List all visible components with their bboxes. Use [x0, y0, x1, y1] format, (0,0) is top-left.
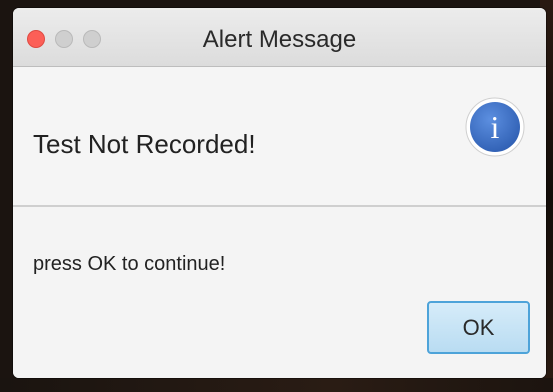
- alert-header-text: Test Not Recorded!: [33, 129, 256, 159]
- alert-header: Test Not Recorded! i: [13, 67, 546, 207]
- alert-dialog: Alert Message Test Not Recorded! i press…: [13, 8, 546, 378]
- alert-content-text: press OK to continue!: [33, 253, 226, 275]
- ok-button[interactable]: OK: [427, 301, 530, 354]
- window-title: Alert Message: [202, 26, 357, 53]
- info-icon: i: [465, 97, 525, 157]
- title-bar[interactable]: Alert Message: [13, 8, 546, 67]
- background-strip-bottom: [0, 378, 553, 392]
- info-icon-glyph: i: [491, 109, 500, 145]
- alert-content: press OK to continue! OK: [13, 207, 546, 378]
